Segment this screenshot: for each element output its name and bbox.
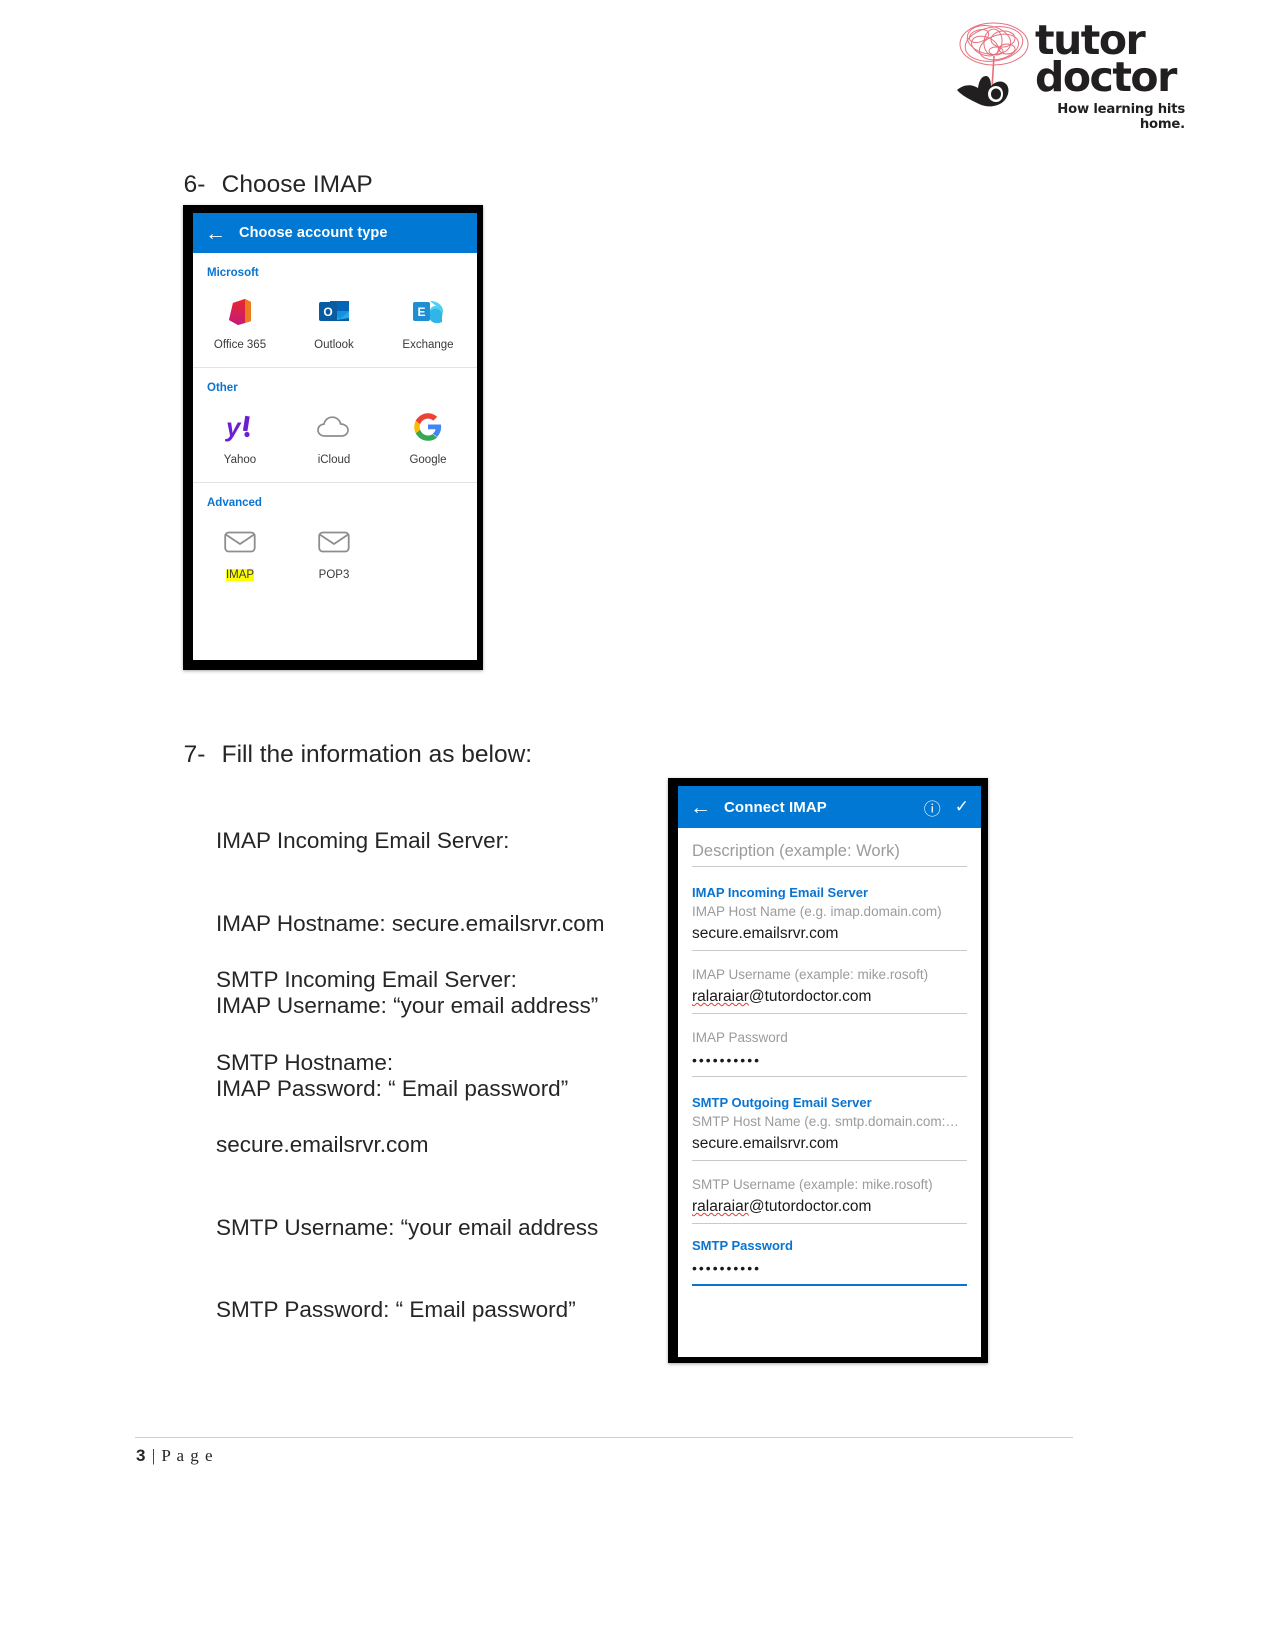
svg-text:O: O — [323, 305, 332, 319]
footer-label: P a g e — [161, 1446, 214, 1465]
account-tile-office365[interactable]: Office 365 — [193, 295, 287, 353]
logo-line-doctor: doctor — [1035, 53, 1177, 101]
tile-caption: Google — [409, 454, 447, 466]
description-placeholder: Description (example: Work) — [692, 842, 900, 860]
tile-row-other: y Yahoo iCloud Google — [193, 394, 477, 482]
svg-text:y: y — [224, 412, 242, 442]
tile-caption-highlighted: IMAP — [225, 569, 255, 581]
exchange-icon: E — [381, 295, 475, 329]
account-tile-exchange[interactable]: E Exchange — [381, 295, 475, 353]
field-label: IMAP Host Name (e.g. imap.domain.com) — [692, 904, 942, 919]
section-label-microsoft: Microsoft — [207, 267, 259, 279]
tile-caption: iCloud — [317, 454, 351, 466]
svg-text:E: E — [417, 305, 425, 319]
account-tile-yahoo[interactable]: y Yahoo — [193, 410, 287, 468]
footer-page-number: 3 — [136, 1446, 147, 1465]
app-bar-connect-imap: ← Connect IMAP ⓘ ✓ — [678, 786, 981, 828]
arrow-left-icon[interactable]: ← — [205, 223, 239, 244]
connect-imap-form: Description (example: Work) IMAP Incomin… — [678, 828, 981, 1286]
group-heading-imap: IMAP Incoming Email Server — [692, 885, 869, 900]
tile-row-microsoft: Office 365 O Outlook E Exchange — [193, 279, 477, 367]
account-tile-imap[interactable]: IMAP — [193, 525, 287, 583]
outlook-icon: O — [287, 295, 381, 329]
field-description[interactable]: Description (example: Work) — [692, 828, 967, 867]
smtp-instruction-line: SMTP Username: “your email address — [216, 1214, 599, 1240]
account-tile-pop3[interactable]: POP3 — [287, 525, 381, 583]
imap-instruction-line: IMAP Incoming Email Server: — [216, 828, 510, 853]
check-icon[interactable]: ✓ — [955, 797, 969, 817]
envelope-icon — [287, 525, 381, 559]
account-tile-outlook[interactable]: O Outlook — [287, 295, 381, 353]
screenshot-choose-account-type: ← Choose account type Microsoft Office 3… — [183, 205, 483, 670]
misspelled-token: ralaraiar — [692, 1198, 749, 1215]
footer-separator: | — [151, 1446, 157, 1465]
field-label: IMAP Username (example: mike.rosoft) — [692, 967, 929, 982]
yahoo-icon: y — [193, 410, 287, 444]
logo-tagline: How learning hits home. — [1057, 102, 1185, 132]
step-7-text: Fill the information as below: — [221, 741, 533, 768]
step-6-heading: 6- Choose IMAP — [170, 143, 373, 199]
field-value-domain: @tutordoctor.com — [748, 988, 872, 1005]
field-value: ralaraiar@tutordoctor.com — [692, 1194, 967, 1218]
field-smtp-username[interactable]: SMTP Username (example: mike.rosoft) ral… — [692, 1161, 967, 1224]
field-smtp-host-name[interactable]: SMTP Host Name (e.g. smtp.domain.com:… s… — [692, 1110, 967, 1161]
step-6-text: Choose IMAP — [221, 171, 373, 198]
account-tile-google[interactable]: Google — [381, 410, 475, 468]
logo-wordmark: tutor doctor How learning hits home. — [1035, 20, 1185, 133]
footer-divider — [135, 1437, 1073, 1438]
account-tile-icloud[interactable]: iCloud — [287, 410, 381, 468]
screenshot-connect-imap: ← Connect IMAP ⓘ ✓ Description (example:… — [668, 778, 988, 1363]
field-label: SMTP Username (example: mike.rosoft) — [692, 1177, 933, 1192]
misspelled-token: ralaraiar — [692, 988, 749, 1005]
tutor-doctor-logo: tutor doctor How learning hits home. — [955, 18, 1185, 133]
field-value-masked: •••••••••• — [692, 1052, 762, 1068]
tile-caption: Outlook — [314, 339, 354, 351]
field-value-masked: •••••••••• — [692, 1260, 762, 1276]
smtp-instruction-line: secure.emailsrvr.com — [216, 1132, 429, 1157]
step-7-heading: 7- Fill the information as below: — [170, 713, 532, 769]
smtp-instruction-line: SMTP Incoming Email Server: — [216, 967, 517, 992]
envelope-icon — [193, 525, 287, 559]
tile-caption: Office 365 — [213, 339, 267, 351]
field-label-smtp-password: SMTP Password — [692, 1238, 793, 1253]
field-value-domain: @tutordoctor.com — [748, 1198, 872, 1215]
field-imap-password[interactable]: IMAP Password •••••••••• — [692, 1014, 967, 1077]
page-footer: 3 | P a g e — [136, 1446, 214, 1466]
tile-row-advanced: IMAP POP3 — [193, 509, 477, 597]
section-label-other: Other — [207, 382, 238, 394]
field-underline-focused — [692, 1284, 967, 1286]
field-imap-username[interactable]: IMAP Username (example: mike.rosoft) ral… — [692, 951, 967, 1014]
google-icon — [381, 410, 475, 444]
field-value: secure.emailsrvr.com — [692, 925, 839, 942]
tile-caption: Exchange — [402, 339, 454, 351]
field-value: ralaraiar@tutordoctor.com — [692, 984, 967, 1008]
section-label-advanced: Advanced — [207, 497, 262, 509]
question-circle-icon[interactable]: ⓘ — [924, 795, 941, 820]
app-bar-choose-account-type: ← Choose account type — [193, 213, 477, 253]
field-label: IMAP Password — [692, 1030, 788, 1045]
icloud-icon — [287, 410, 381, 444]
tile-caption: Yahoo — [223, 454, 257, 466]
app-bar-title: Choose account type — [239, 225, 388, 241]
scribble-brain-hand-icon — [957, 22, 1029, 107]
office365-icon — [193, 295, 287, 329]
field-smtp-password[interactable]: •••••••••• — [692, 1253, 967, 1286]
group-heading-smtp: SMTP Outgoing Email Server — [692, 1095, 872, 1110]
smtp-instruction-line: SMTP Hostname: — [216, 1049, 394, 1075]
arrow-left-icon[interactable]: ← — [690, 797, 724, 818]
step-7-number: 7- — [183, 741, 206, 768]
smtp-instruction-line: SMTP Password: “ Email password” — [216, 1297, 576, 1322]
field-imap-host-name[interactable]: IMAP Host Name (e.g. imap.domain.com) se… — [692, 900, 967, 951]
smtp-instructions: SMTP Incoming Email Server: SMTP Hostnam… — [216, 911, 598, 1351]
field-value: secure.emailsrvr.com — [692, 1135, 839, 1152]
field-label: SMTP Host Name (e.g. smtp.domain.com:… — [692, 1114, 959, 1129]
tile-caption: POP3 — [318, 569, 350, 581]
app-bar-title: Connect IMAP — [724, 798, 827, 816]
step-6-number: 6- — [183, 171, 206, 198]
